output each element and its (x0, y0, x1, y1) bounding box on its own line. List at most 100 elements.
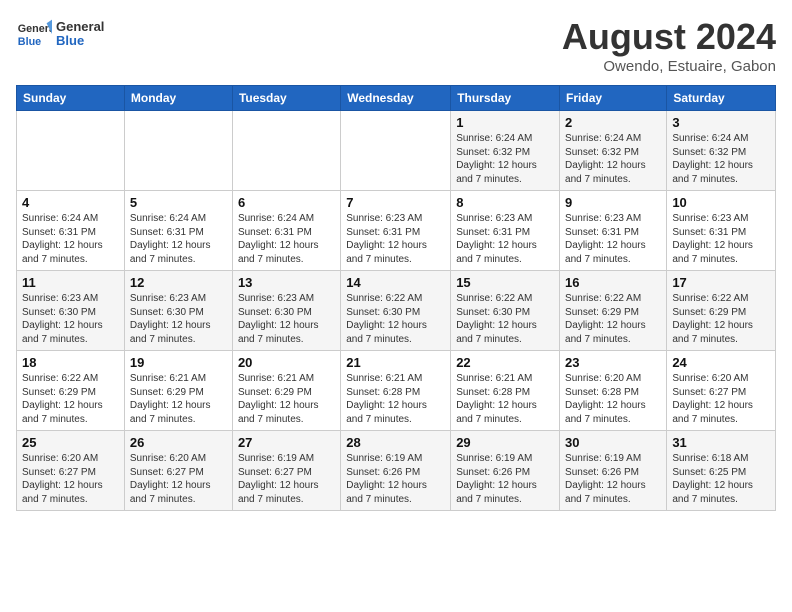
day-number: 11 (22, 275, 119, 290)
day-info: Sunrise: 6:22 AM Sunset: 6:29 PM Dayligh… (672, 292, 770, 346)
day-cell: 3Sunrise: 6:24 AM Sunset: 6:32 PM Daylig… (667, 111, 776, 191)
day-cell: 1Sunrise: 6:24 AM Sunset: 6:32 PM Daylig… (451, 111, 560, 191)
day-cell: 22Sunrise: 6:21 AM Sunset: 6:28 PM Dayli… (451, 351, 560, 431)
day-cell: 11 Sunrise: 6:23 AM Sunset: 6:30 PM Dayli… (17, 271, 125, 351)
week-row-1: 1Sunrise: 6:24 AM Sunset: 6:32 PM Daylig… (17, 111, 776, 191)
header-row: SundayMondayTuesdayWednesdayThursdayFrid… (17, 86, 776, 111)
header-cell-saturday: Saturday (667, 86, 776, 111)
day-cell: 10 Sunrise: 6:23 AM Sunset: 6:31 PM Dayli… (667, 191, 776, 271)
title-block: August 2024 Owendo, Estuaire, Gabon (562, 16, 776, 75)
day-info: Sunrise: 6:21 AM Sunset: 6:28 PM Dayligh… (456, 372, 554, 426)
day-cell (17, 111, 125, 191)
day-cell: 25Sunrise: 6:20 AM Sunset: 6:27 PM Dayli… (17, 431, 125, 511)
day-number: 14 (346, 275, 445, 290)
logo-line2: Blue (56, 34, 104, 48)
calendar-subtitle: Owendo, Estuaire, Gabon (562, 58, 776, 75)
day-cell: 19Sunrise: 6:21 AM Sunset: 6:29 PM Dayli… (124, 351, 232, 431)
header-cell-monday: Monday (124, 86, 232, 111)
logo: General Blue General Blue (16, 16, 104, 52)
day-info: Sunrise: 6:20 AM Sunset: 6:27 PM Dayligh… (130, 452, 227, 506)
header-cell-wednesday: Wednesday (341, 86, 451, 111)
calendar-table: SundayMondayTuesdayWednesdayThursdayFrid… (16, 85, 776, 511)
day-info: Sunrise: 6:21 AM Sunset: 6:29 PM Dayligh… (238, 372, 335, 426)
header-cell-tuesday: Tuesday (232, 86, 340, 111)
day-number: 20 (238, 355, 335, 370)
day-info: Sunrise: 6:21 AM Sunset: 6:28 PM Dayligh… (346, 372, 445, 426)
day-cell: 18 Sunrise: 6:22 AM Sunset: 6:29 PM Dayli… (17, 351, 125, 431)
day-number: 21 (346, 355, 445, 370)
day-cell: 31 Sunrise: 6:18 AM Sunset: 6:25 PM Dayli… (667, 431, 776, 511)
day-cell: 20 Sunrise: 6:21 AM Sunset: 6:29 PM Dayli… (232, 351, 340, 431)
day-cell: 4 Sunrise: 6:24 AM Sunset: 6:31 PM Daylig… (17, 191, 125, 271)
day-info: Sunrise: 6:23 AM Sunset: 6:31 PM Dayligh… (672, 212, 770, 266)
logo-line1: General (56, 20, 104, 34)
svg-text:Blue: Blue (18, 36, 41, 48)
day-cell: 23Sunrise: 6:20 AM Sunset: 6:28 PM Dayli… (560, 351, 667, 431)
day-info: Sunrise: 6:23 AM Sunset: 6:31 PM Dayligh… (565, 212, 661, 266)
day-info: Sunrise: 6:23 AM Sunset: 6:31 PM Dayligh… (456, 212, 554, 266)
day-cell: 27 Sunrise: 6:19 AM Sunset: 6:27 PM Dayli… (232, 431, 340, 511)
day-number: 6 (238, 195, 335, 210)
calendar-title: August 2024 (562, 16, 776, 58)
week-row-2: 4 Sunrise: 6:24 AM Sunset: 6:31 PM Daylig… (17, 191, 776, 271)
day-cell: 7 Sunrise: 6:23 AM Sunset: 6:31 PM Daylig… (341, 191, 451, 271)
day-info: Sunrise: 6:23 AM Sunset: 6:30 PM Dayligh… (238, 292, 335, 346)
calendar-body: 1Sunrise: 6:24 AM Sunset: 6:32 PM Daylig… (17, 111, 776, 511)
day-cell: 30 Sunrise: 6:19 AM Sunset: 6:26 PM Dayli… (560, 431, 667, 511)
day-info: Sunrise: 6:19 AM Sunset: 6:26 PM Dayligh… (565, 452, 661, 506)
day-info: Sunrise: 6:23 AM Sunset: 6:30 PM Dayligh… (22, 292, 119, 346)
day-cell: 28 Sunrise: 6:19 AM Sunset: 6:26 PM Dayli… (341, 431, 451, 511)
day-number: 5 (130, 195, 227, 210)
day-cell: 15Sunrise: 6:22 AM Sunset: 6:30 PM Dayli… (451, 271, 560, 351)
day-info: Sunrise: 6:22 AM Sunset: 6:30 PM Dayligh… (346, 292, 445, 346)
day-number: 13 (238, 275, 335, 290)
day-cell: 5 Sunrise: 6:24 AM Sunset: 6:31 PM Daylig… (124, 191, 232, 271)
day-number: 12 (130, 275, 227, 290)
day-number: 30 (565, 435, 661, 450)
day-info: Sunrise: 6:24 AM Sunset: 6:31 PM Dayligh… (238, 212, 335, 266)
day-info: Sunrise: 6:20 AM Sunset: 6:27 PM Dayligh… (672, 372, 770, 426)
day-info: Sunrise: 6:19 AM Sunset: 6:26 PM Dayligh… (456, 452, 554, 506)
day-number: 31 (672, 435, 770, 450)
day-number: 28 (346, 435, 445, 450)
day-info: Sunrise: 6:18 AM Sunset: 6:25 PM Dayligh… (672, 452, 770, 506)
day-number: 26 (130, 435, 227, 450)
day-number: 27 (238, 435, 335, 450)
day-cell: 6 Sunrise: 6:24 AM Sunset: 6:31 PM Daylig… (232, 191, 340, 271)
day-number: 7 (346, 195, 445, 210)
header-cell-friday: Friday (560, 86, 667, 111)
day-number: 15 (456, 275, 554, 290)
day-info: Sunrise: 6:24 AM Sunset: 6:31 PM Dayligh… (22, 212, 119, 266)
calendar-header: SundayMondayTuesdayWednesdayThursdayFrid… (17, 86, 776, 111)
svg-text:General: General (18, 23, 52, 35)
day-number: 24 (672, 355, 770, 370)
day-number: 2 (565, 115, 661, 130)
day-info: Sunrise: 6:23 AM Sunset: 6:30 PM Dayligh… (130, 292, 227, 346)
day-number: 4 (22, 195, 119, 210)
day-cell (124, 111, 232, 191)
day-info: Sunrise: 6:24 AM Sunset: 6:31 PM Dayligh… (130, 212, 227, 266)
day-info: Sunrise: 6:19 AM Sunset: 6:27 PM Dayligh… (238, 452, 335, 506)
day-info: Sunrise: 6:22 AM Sunset: 6:29 PM Dayligh… (22, 372, 119, 426)
day-cell: 12 Sunrise: 6:23 AM Sunset: 6:30 PM Dayli… (124, 271, 232, 351)
day-number: 10 (672, 195, 770, 210)
day-number: 29 (456, 435, 554, 450)
day-cell (341, 111, 451, 191)
day-info: Sunrise: 6:23 AM Sunset: 6:31 PM Dayligh… (346, 212, 445, 266)
day-cell: 16Sunrise: 6:22 AM Sunset: 6:29 PM Dayli… (560, 271, 667, 351)
day-info: Sunrise: 6:19 AM Sunset: 6:26 PM Dayligh… (346, 452, 445, 506)
day-cell: 14 Sunrise: 6:22 AM Sunset: 6:30 PM Dayli… (341, 271, 451, 351)
day-cell: 21 Sunrise: 6:21 AM Sunset: 6:28 PM Dayli… (341, 351, 451, 431)
day-cell: 26 Sunrise: 6:20 AM Sunset: 6:27 PM Dayli… (124, 431, 232, 511)
page-header: General Blue General Blue August 2024 Ow… (16, 16, 776, 75)
day-number: 3 (672, 115, 770, 130)
day-info: Sunrise: 6:22 AM Sunset: 6:29 PM Dayligh… (565, 292, 661, 346)
day-number: 19 (130, 355, 227, 370)
day-cell: 2Sunrise: 6:24 AM Sunset: 6:32 PM Daylig… (560, 111, 667, 191)
day-cell (232, 111, 340, 191)
day-number: 1 (456, 115, 554, 130)
day-cell: 24 Sunrise: 6:20 AM Sunset: 6:27 PM Dayli… (667, 351, 776, 431)
week-row-3: 11 Sunrise: 6:23 AM Sunset: 6:30 PM Dayli… (17, 271, 776, 351)
logo-icon: General Blue (16, 16, 52, 52)
day-number: 18 (22, 355, 119, 370)
